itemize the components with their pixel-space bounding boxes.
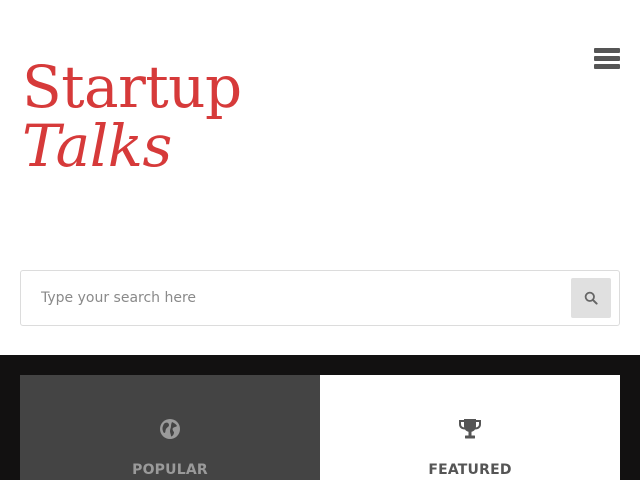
site-logo[interactable]: Startup Talks [22,58,242,175]
tab-label-popular: POPULAR [132,462,208,478]
globe-icon [160,419,180,439]
tab-featured[interactable]: FEATURED [320,375,620,480]
tab-label-featured: FEATURED [428,462,512,478]
logo-line-startup: Startup [22,53,242,121]
site-header: Startup Talks [0,0,640,355]
trophy-icon [459,419,481,439]
search-icon [584,291,598,305]
menu-bar [594,56,620,61]
hamburger-menu-icon[interactable] [592,46,622,72]
search-input[interactable] [21,271,561,325]
search-button[interactable] [571,278,611,318]
menu-bar [594,64,620,69]
menu-bar [594,48,620,53]
search-box [20,270,620,326]
tab-popular[interactable]: POPULAR [20,375,320,480]
logo-line-talks: Talks [22,112,172,180]
